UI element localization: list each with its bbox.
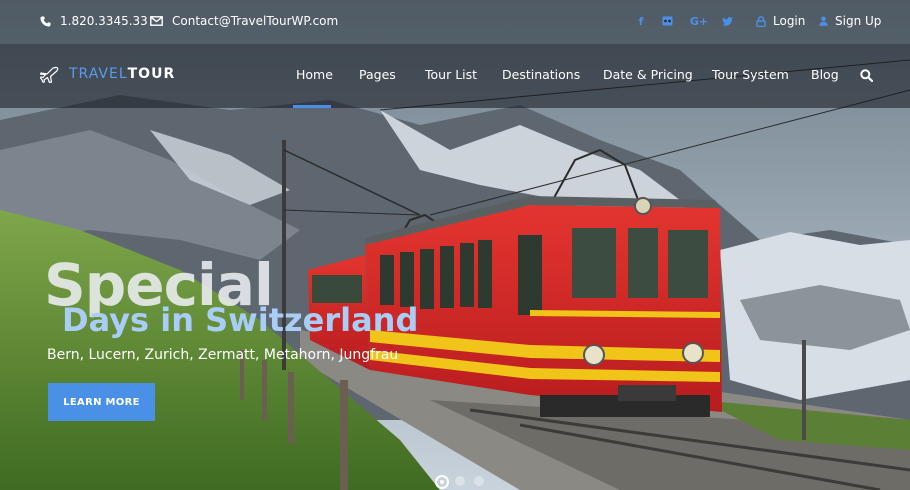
google-plus-icon[interactable]: G+ (690, 14, 708, 28)
lock-icon (756, 15, 766, 27)
email-contact[interactable]: Contact@TravelTourWP.com (150, 14, 338, 28)
nav-destinations[interactable]: Destinations (502, 67, 580, 82)
twitter-icon[interactable] (720, 14, 734, 28)
active-nav-indicator (293, 105, 331, 108)
airplane-icon (40, 66, 59, 83)
nav-blog[interactable]: Blog (811, 67, 839, 82)
signup-label: Sign Up (835, 14, 882, 28)
nav-tour-list[interactable]: Tour List (425, 67, 477, 82)
nav-date-pricing[interactable]: Date & Pricing (603, 67, 693, 82)
hero-subheadline: Days in Switzerland (62, 301, 419, 339)
brand-tour: TOUR (127, 66, 176, 82)
nav-home[interactable]: Home (296, 67, 333, 82)
flickr-icon[interactable] (660, 14, 674, 28)
phone-contact[interactable]: 1.820.3345.33 (40, 14, 148, 28)
nav-tour-system[interactable]: Tour System (712, 67, 789, 82)
nav-pages[interactable]: Pages (359, 67, 396, 82)
search-button[interactable] (860, 67, 874, 83)
search-icon (860, 69, 874, 83)
slider-dot-3[interactable] (474, 476, 484, 486)
brand-travel: TRAVEL (69, 66, 128, 82)
top-info-bar: 1.820.3345.33 Contact@TravelTourWP.com f… (0, 0, 910, 44)
slider-dot-1[interactable] (435, 475, 449, 489)
envelope-icon (150, 16, 163, 26)
signup-link[interactable]: Sign Up (819, 14, 881, 28)
email-address: Contact@TravelTourWP.com (172, 14, 339, 28)
login-link[interactable]: Login (756, 14, 805, 28)
site-logo[interactable]: TRAVELTOUR (40, 65, 175, 83)
hero-destinations: Bern, Lucern, Zurich, Zermatt, Metahorn,… (47, 347, 399, 363)
slider-dot-2[interactable] (455, 476, 465, 486)
user-icon (819, 16, 828, 26)
login-label: Login (773, 14, 806, 28)
phone-number: 1.820.3345.33 (60, 14, 148, 28)
facebook-icon[interactable]: f (634, 14, 648, 28)
phone-icon (40, 15, 51, 27)
learn-more-button[interactable]: LEARN MORE (48, 383, 155, 421)
main-nav: TRAVELTOUR Home Pages Tour List Destinat… (0, 44, 910, 108)
